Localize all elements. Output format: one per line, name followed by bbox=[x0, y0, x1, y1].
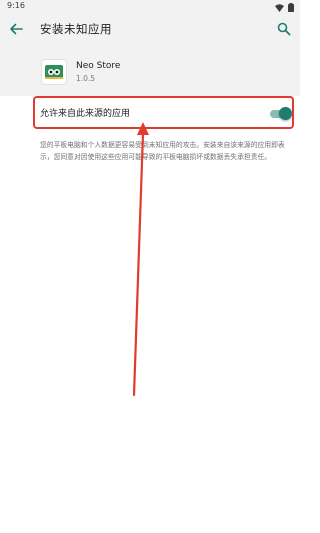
page-title: 安装未知应用 bbox=[40, 22, 112, 36]
app-bar: 安装未知应用 bbox=[0, 12, 300, 46]
app-version: 1.0.5 bbox=[76, 74, 96, 83]
warning-text: 您的平板电脑和个人数据更容易受到未知应用的攻击。安装来自该来源的应用即表示，您同… bbox=[40, 141, 285, 161]
search-icon bbox=[275, 22, 293, 42]
neo-store-icon bbox=[41, 59, 67, 85]
app-header: Neo Store 1.0.5 bbox=[0, 46, 300, 96]
search-button[interactable] bbox=[275, 20, 293, 38]
setting-label: 允许来自此来源的应用 bbox=[40, 109, 131, 119]
allow-source-toggle[interactable] bbox=[270, 105, 292, 123]
status-time: 9:16 bbox=[7, 1, 25, 10]
toggle-thumb bbox=[279, 107, 292, 120]
allow-from-source-setting[interactable]: 允许来自此来源的应用 bbox=[0, 96, 300, 132]
status-icons bbox=[275, 2, 294, 12]
arrow-back-icon bbox=[6, 23, 26, 42]
status-bar: 9:16 bbox=[0, 0, 300, 12]
back-button[interactable] bbox=[6, 20, 26, 38]
app-name: Neo Store bbox=[76, 61, 121, 71]
